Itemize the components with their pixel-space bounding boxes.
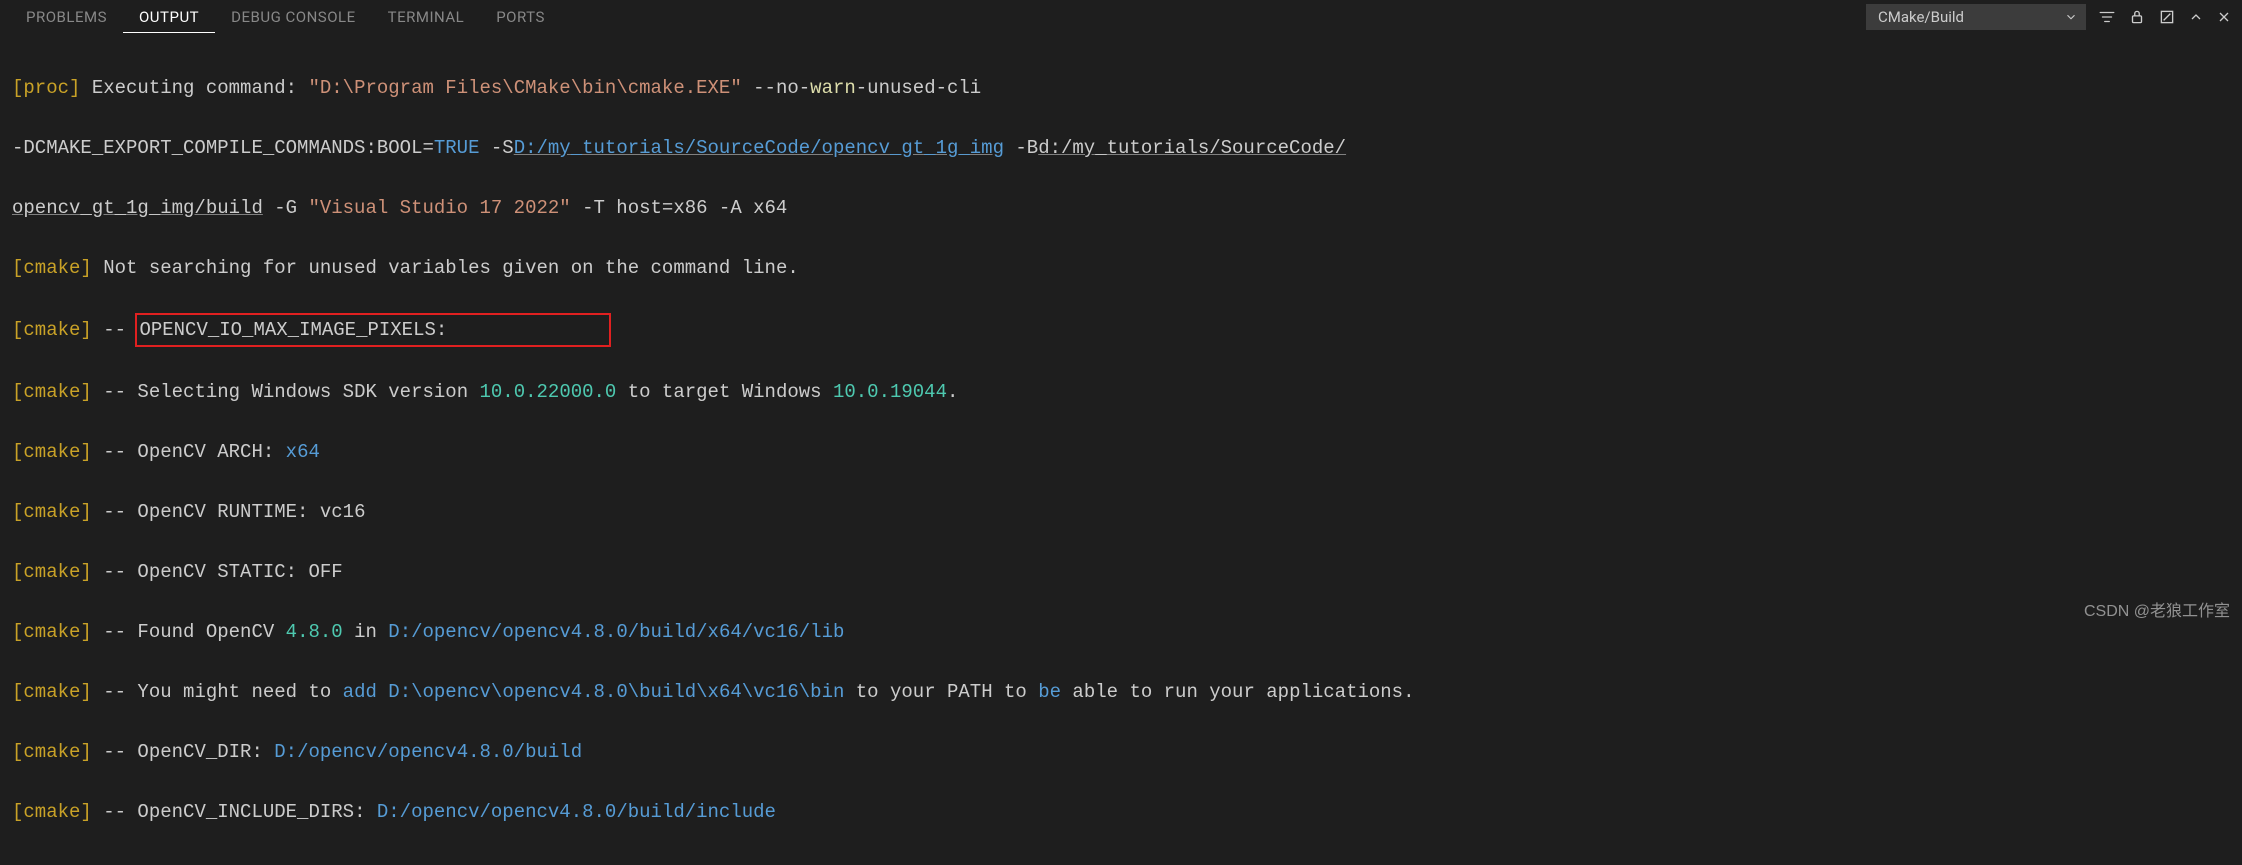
tab-output[interactable]: OUTPUT xyxy=(123,2,215,33)
output-line: [cmake] -- OPENCV_IO_MAX_IMAGE_PIXELS: xyxy=(12,313,2230,347)
tab-terminal[interactable]: TERMINAL xyxy=(372,2,481,33)
output-line: [cmake] -- Selecting Windows SDK version… xyxy=(12,377,2230,407)
output-line: [cmake] -- OpenCV ARCH: x64 xyxy=(12,437,2230,467)
output-line: opencv_gt_1g_img/build -G "Visual Studio… xyxy=(12,193,2230,223)
output-line: [cmake] -- OpenCV_DIR: D:/opencv/opencv4… xyxy=(12,737,2230,767)
watermark: CSDN @老狼工作室 xyxy=(2084,597,2230,621)
panel-actions xyxy=(2098,8,2232,26)
highlighted-region: OPENCV_IO_MAX_IMAGE_PIXELS: xyxy=(135,313,610,347)
output-channel-dropdown[interactable]: CMake/Build xyxy=(1866,4,2086,30)
output-line: [cmake] -- OpenCV RUNTIME: vc16 xyxy=(12,497,2230,527)
output-content: [proc] Executing command: "D:\Program Fi… xyxy=(0,35,2242,865)
output-line: [cmake] Not searching for unused variabl… xyxy=(12,253,2230,283)
lock-icon[interactable] xyxy=(2128,8,2146,26)
output-line: [cmake] -- OpenCV_INCLUDE_DIRS: D:/openc… xyxy=(12,797,2230,827)
output-line: [proc] Executing command: "D:\Program Fi… xyxy=(12,73,2230,103)
tab-ports[interactable]: PORTS xyxy=(480,2,561,33)
dropdown-selected: CMake/Build xyxy=(1878,8,1964,26)
chevron-down-icon xyxy=(2064,10,2078,24)
tab-problems[interactable]: PROBLEMS xyxy=(10,2,123,33)
output-line: [cmake] -- Found OpenCV 4.8.0 in D:/open… xyxy=(12,617,2230,647)
chevron-up-icon[interactable] xyxy=(2188,9,2204,25)
output-line: [cmake] -- OpenCV STATIC: OFF xyxy=(12,557,2230,587)
close-icon[interactable] xyxy=(2216,9,2232,25)
output-line: -DCMAKE_EXPORT_COMPILE_COMMANDS:BOOL=TRU… xyxy=(12,133,2230,163)
filter-icon[interactable] xyxy=(2098,8,2116,26)
panel-header: PROBLEMS OUTPUT DEBUG CONSOLE TERMINAL P… xyxy=(0,0,2242,35)
tab-debug-console[interactable]: DEBUG CONSOLE xyxy=(215,2,372,33)
output-line: [cmake] -- You might need to add D:\open… xyxy=(12,677,2230,707)
panel-tabs: PROBLEMS OUTPUT DEBUG CONSOLE TERMINAL P… xyxy=(10,2,561,33)
clear-output-icon[interactable] xyxy=(2158,8,2176,26)
